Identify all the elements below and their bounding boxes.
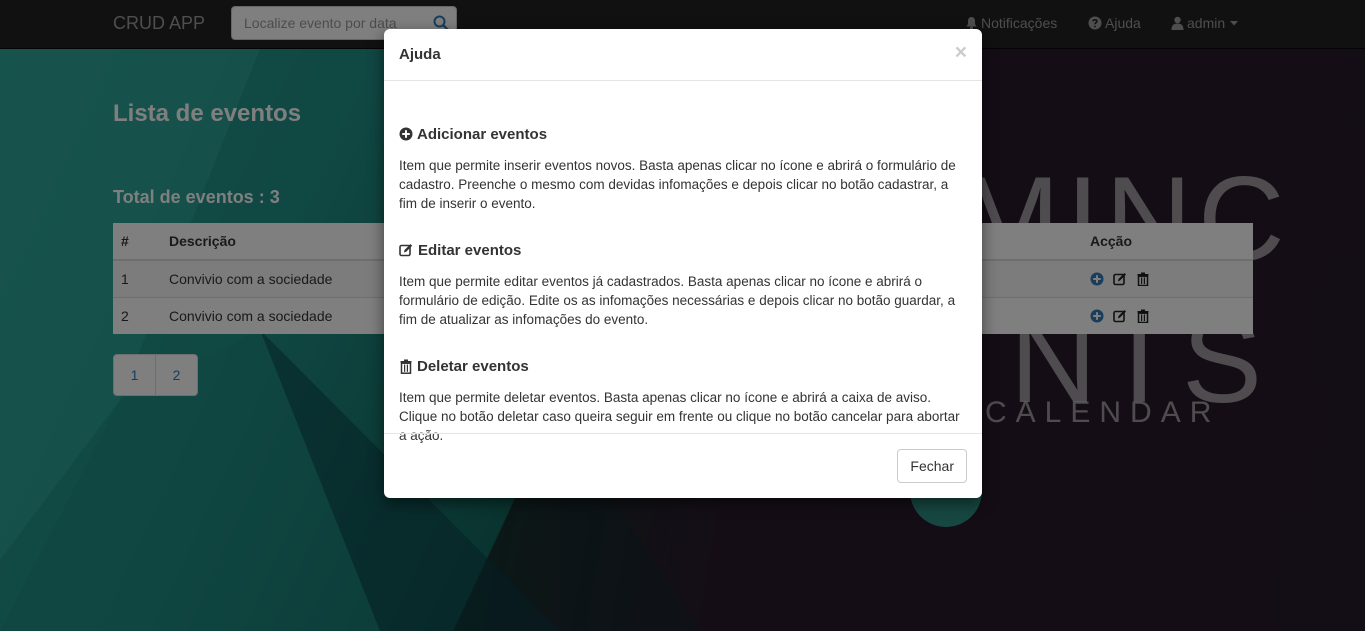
help-section-heading: Deletar eventos (399, 356, 967, 376)
help-section-heading: Adicionar eventos (399, 124, 967, 144)
help-section-title: Deletar eventos (417, 357, 529, 375)
help-section-text: Item que permite editar eventos já cadas… (399, 274, 956, 327)
help-section-title: Adicionar eventos (417, 125, 548, 143)
close-modal-button[interactable]: Fechar (897, 449, 967, 483)
help-section-delete: Deletar eventos Item que permite deletar… (399, 356, 967, 445)
modal-footer: Fechar (384, 433, 982, 498)
help-section-heading: Editar eventos (399, 240, 967, 260)
help-section-text: Item que permite inserir eventos novos. … (399, 158, 956, 211)
modal-header: Ajuda × (384, 29, 982, 81)
modal-close-button[interactable]: × (955, 42, 967, 63)
help-modal: Ajuda × Adicionar eventos Item que permi… (384, 29, 982, 498)
help-section-edit: Editar eventos Item que permite editar e… (399, 240, 967, 329)
edit-icon (399, 244, 413, 257)
help-section-title: Editar eventos (418, 241, 522, 259)
plus-circle-icon (399, 127, 413, 141)
help-section-add: Adicionar eventos Item que permite inser… (399, 124, 967, 213)
trash-icon (400, 359, 412, 374)
modal-title: Ajuda (399, 46, 441, 63)
